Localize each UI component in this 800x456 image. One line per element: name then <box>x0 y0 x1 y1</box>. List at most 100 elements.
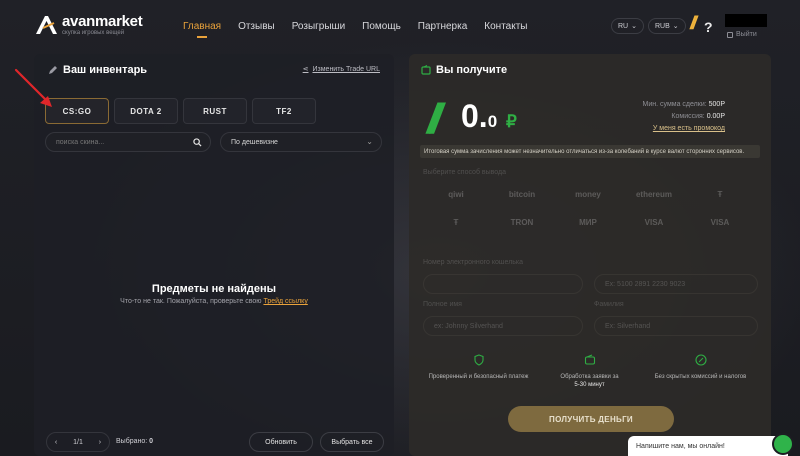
fullname-input[interactable]: ex: Johnny Silverhand <box>423 316 583 336</box>
method-ethereum[interactable]: ethereum <box>621 185 687 203</box>
chat-avatar-icon[interactable] <box>772 433 794 455</box>
refresh-button[interactable]: Обновить <box>249 432 313 452</box>
feature-no-fees-text: Без скрытых комиссий и налогов <box>654 374 747 380</box>
method-visa-rub[interactable]: VISA <box>621 213 687 231</box>
nav-reviews[interactable]: Отзывы <box>238 21 275 32</box>
nav-contacts[interactable]: Контакты <box>484 21 527 32</box>
tether-icon: Ŧ <box>453 217 459 227</box>
trade-url-label: Изменить Trade URL <box>312 65 381 73</box>
currency-select[interactable]: RUB ⌄ <box>648 18 686 34</box>
username-redacted <box>725 14 767 27</box>
sort-value: По дешевизне <box>231 138 278 146</box>
skin-search-input[interactable]: поиска скина... <box>45 132 211 152</box>
logo-title: avanmarket <box>62 12 143 30</box>
inventory-panel: Ваш инвентарь ⋖ Изменить Trade URL CS:GO… <box>34 54 394 456</box>
annotation-arrow-icon <box>14 68 52 107</box>
payout-amount: 0.0 ₽ <box>461 98 517 135</box>
selected-label: Выбрано: <box>116 438 148 445</box>
method-bitcoin[interactable]: bitcoin <box>489 185 555 203</box>
tab-tf2[interactable]: TF2 <box>252 98 316 124</box>
method-tether-trc[interactable]: Ŧ <box>423 213 489 231</box>
next-page-icon[interactable]: › <box>99 439 101 446</box>
site-header: avanmarket скупка игровых вещей Главная … <box>0 0 800 52</box>
currency-value: RUB <box>655 22 670 30</box>
logout-icon <box>727 31 733 38</box>
feature-secure: Проверенный и безопасный платеж <box>423 354 534 389</box>
feature-speed-text: Обработка заявки за <box>560 374 619 380</box>
min-value: 500Р <box>708 101 725 108</box>
fee-label: Комиссия: <box>671 113 705 120</box>
receive-title-text: Вы получите <box>436 64 508 76</box>
nav-help[interactable]: Помощь <box>362 21 401 32</box>
percent-icon <box>694 354 707 366</box>
feature-speed-time: 5-30 минут <box>574 382 605 388</box>
tether-icon: Ŧ <box>717 189 723 199</box>
features-row: Проверенный и безопасный платеж Обработк… <box>423 354 757 389</box>
tab-dota2[interactable]: DOTA 2 <box>114 98 178 124</box>
surname-input[interactable]: Ex: Silverhand <box>594 316 758 336</box>
fee-value: 0.00Р <box>706 113 725 120</box>
tab-rust[interactable]: RUST <box>183 98 247 124</box>
logo[interactable]: avanmarket скупка игровых вещей <box>34 12 143 36</box>
wallet-input[interactable]: Ex: 5100 2891 2230 9023 <box>594 274 758 294</box>
nav-home[interactable]: Главная <box>183 21 221 38</box>
change-trade-url-link[interactable]: ⋖ Изменить Trade URL <box>302 65 381 74</box>
main-nav: Главная Отзывы Розыгрыши Помощь Партнерк… <box>183 21 544 38</box>
feature-speed: Обработка заявки за 5-30 минут <box>534 354 645 389</box>
shield-icon <box>473 354 484 366</box>
inventory-title-text: Ваш инвентарь <box>63 64 148 76</box>
brand-slashes-icon: // <box>690 13 697 33</box>
help-icon[interactable]: ? <box>704 19 713 35</box>
chevron-down-icon: ⌄ <box>366 137 373 146</box>
method-tron[interactable]: TRON <box>489 213 555 231</box>
search-placeholder: поиска скина... <box>56 138 105 146</box>
fullname-label: Полное имя <box>423 301 462 308</box>
amount-integer: 0. <box>461 98 488 134</box>
search-icon[interactable] <box>193 138 202 147</box>
method-yoomoney[interactable]: money <box>555 185 621 203</box>
logout-button[interactable]: Выйти <box>727 31 757 38</box>
language-select[interactable]: RU ⌄ <box>611 18 644 34</box>
wallet-icon <box>421 65 431 75</box>
logo-subtitle: скупка игровых вещей <box>62 29 125 36</box>
logo-icon <box>36 16 57 34</box>
method-mir[interactable]: МИР <box>555 213 621 231</box>
payment-methods: qiwi bitcoin money ethereum Ŧ Ŧ TRON МИР… <box>423 185 757 231</box>
chat-widget[interactable]: Напишите нам, мы онлайн! <box>628 436 788 456</box>
brand-slashes-icon: // <box>427 95 443 142</box>
get-money-button[interactable]: ПОЛУЧИТЬ ДЕНЬГИ <box>508 406 674 432</box>
sort-select[interactable]: По дешевизне ⌄ <box>220 132 382 152</box>
empty-state-message: Что-то не так. Пожалуйста, проверьте сво… <box>120 298 262 305</box>
pagination: ‹ 1/1 › <box>46 432 110 452</box>
chevron-down-icon: ⌄ <box>631 23 637 30</box>
empty-state-text: Что-то не так. Пожалуйста, проверьте сво… <box>34 298 394 305</box>
nav-partner[interactable]: Партнерка <box>418 21 467 32</box>
min-label: Мин. сумма сделки: <box>642 101 707 108</box>
selected-value: 0 <box>149 438 154 445</box>
wallet-input-left[interactable] <box>423 274 583 294</box>
wallet-label: Номер электронного кошелька <box>423 259 524 266</box>
currency-symbol: ₽ <box>506 112 517 131</box>
select-all-button[interactable]: Выбрать все <box>320 432 384 452</box>
method-visa-kzt[interactable]: VISA <box>687 213 753 231</box>
trade-link[interactable]: Трейд ссылку <box>263 298 307 305</box>
promo-code-link[interactable]: У меня есть промокод <box>643 123 725 135</box>
amount-decimal: 0 <box>487 112 498 131</box>
method-qiwi[interactable]: qiwi <box>423 185 489 203</box>
logout-label: Выйти <box>736 31 757 38</box>
currency-notice: Итоговая сумма зачисления может незначит… <box>420 145 760 158</box>
wallet-icon <box>584 354 595 365</box>
surname-label: Фамилия <box>594 301 624 308</box>
prev-page-icon[interactable]: ‹ <box>55 439 57 446</box>
game-tabs: CS:GO DOTA 2 RUST TF2 <box>45 98 316 124</box>
receive-title: Вы получите <box>421 64 507 76</box>
payout-limits: Мин. сумма сделки: 500Р Комиссия: 0.00Р … <box>643 99 725 135</box>
method-tether[interactable]: Ŧ <box>687 185 753 203</box>
methods-title: Выберите способ вывода <box>423 169 507 176</box>
nav-giveaways[interactable]: Розыгрыши <box>292 21 345 32</box>
share-icon: ⋖ <box>302 66 309 73</box>
selected-count: Выбрано: 0 <box>116 438 153 445</box>
language-value: RU <box>618 22 629 30</box>
page-indicator: 1/1 <box>73 438 83 446</box>
empty-state-title: Предметы не найдены <box>151 283 277 295</box>
